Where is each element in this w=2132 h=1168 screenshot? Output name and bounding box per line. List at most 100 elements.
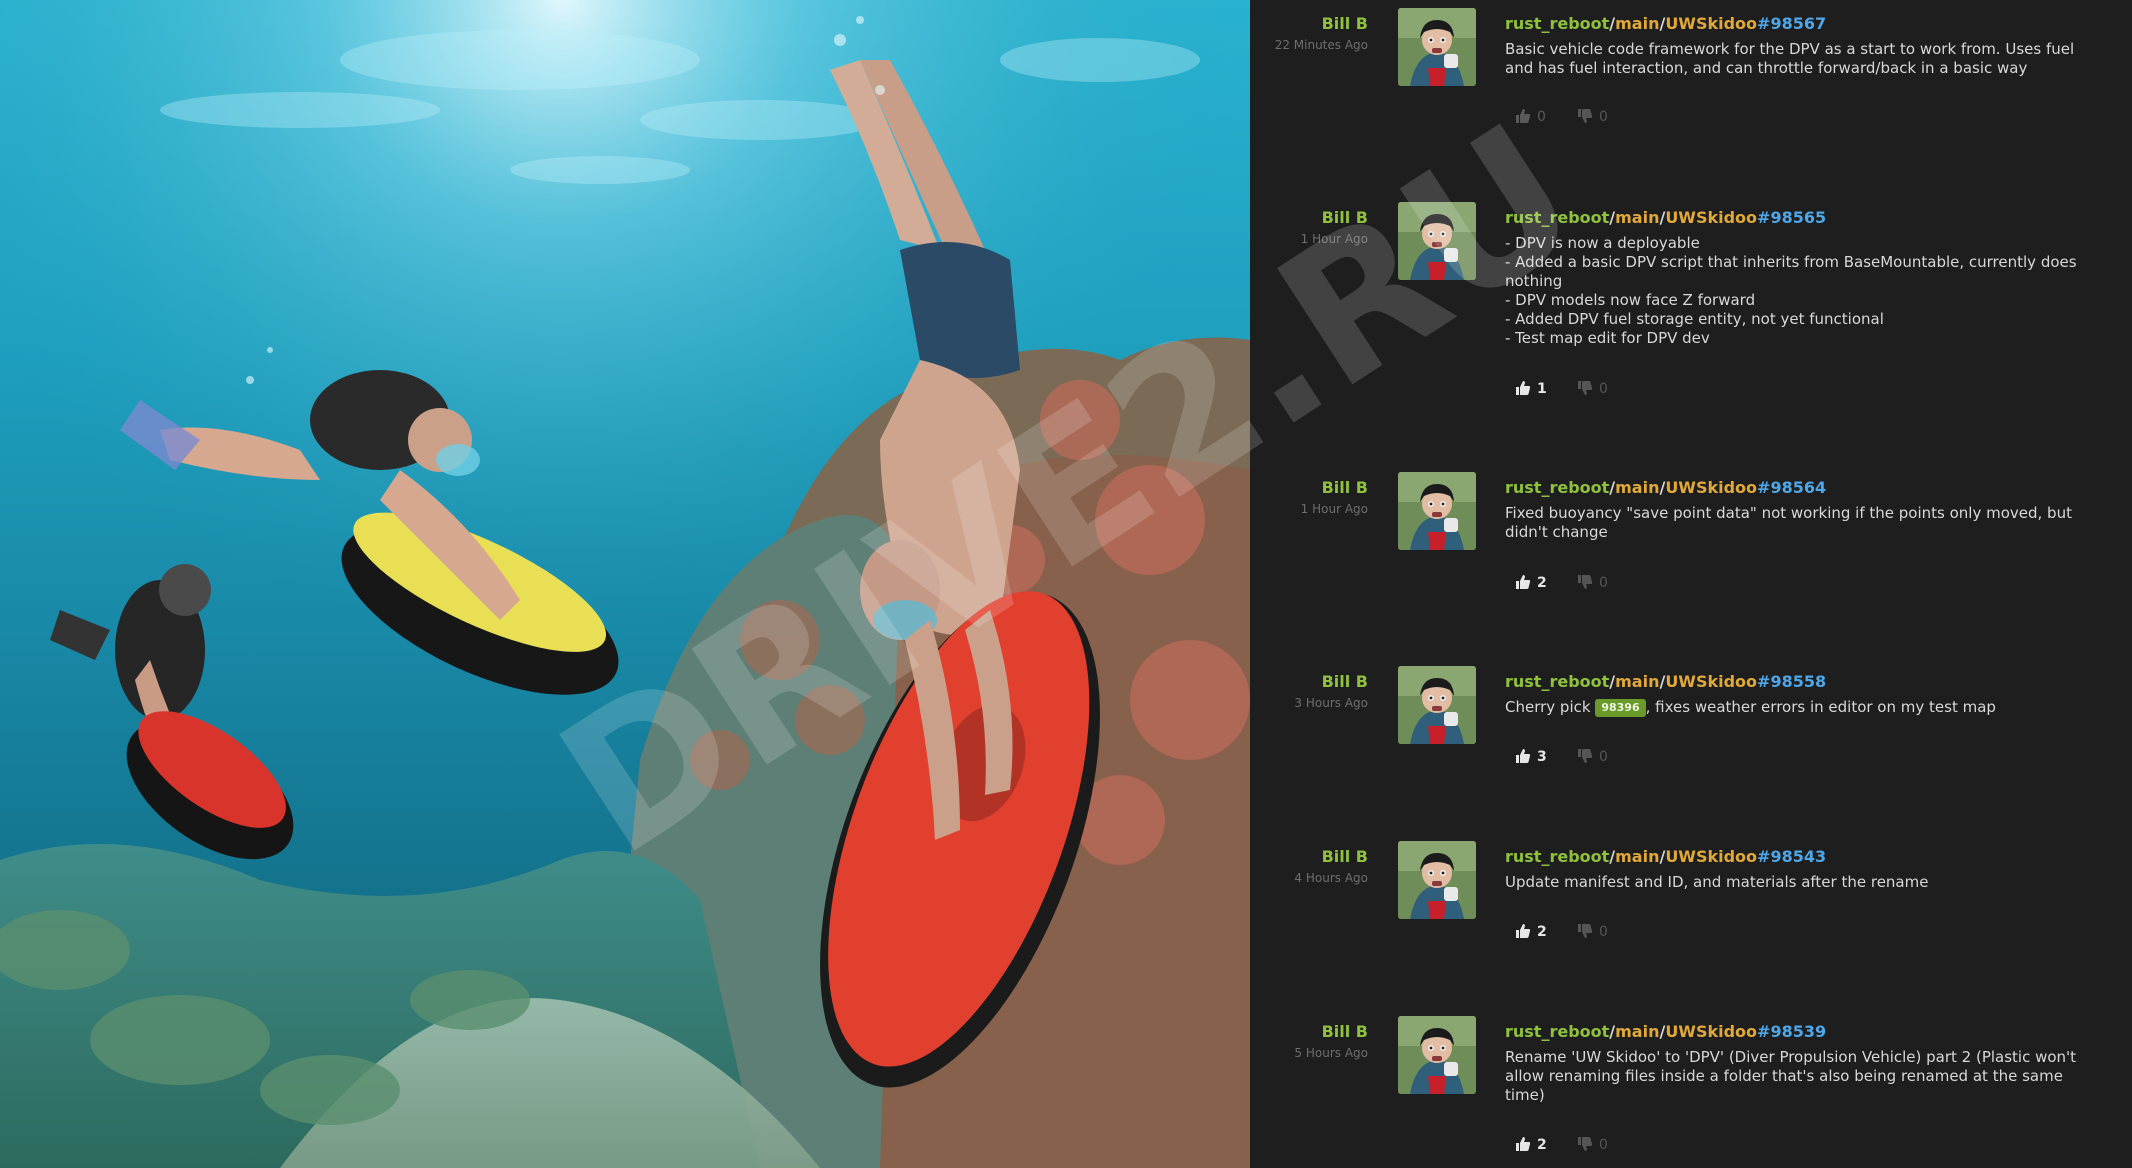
- repo-name[interactable]: rust_reboot: [1505, 208, 1609, 227]
- author-name[interactable]: Bill B: [1250, 14, 1368, 33]
- commit-number[interactable]: #98564: [1757, 478, 1826, 497]
- commit-breadcrumb[interactable]: rust_reboot/main/UWSkidoo#98565: [1505, 208, 1826, 227]
- commit-message: Rename 'UW Skidoo' to 'DPV' (Diver Propu…: [1505, 1048, 2077, 1104]
- upvote-button[interactable]: 1: [1515, 380, 1547, 400]
- branch-name[interactable]: main: [1615, 1022, 1659, 1041]
- upvote-count: 1: [1537, 381, 1547, 397]
- downvote-button[interactable]: 0: [1577, 574, 1608, 594]
- downvote-button[interactable]: 0: [1577, 1136, 1608, 1156]
- author-name[interactable]: Bill B: [1250, 478, 1368, 497]
- upvote-button[interactable]: 3: [1515, 748, 1547, 768]
- upvote-button[interactable]: 2: [1515, 1136, 1547, 1156]
- repo-name[interactable]: rust_reboot: [1505, 672, 1609, 691]
- timestamp: 4 Hours Ago: [1294, 871, 1368, 885]
- upvote-button[interactable]: 0: [1515, 108, 1546, 128]
- timestamp: 1 Hour Ago: [1300, 502, 1368, 516]
- commit-breadcrumb[interactable]: rust_reboot/main/UWSkidoo#98558: [1505, 672, 1826, 691]
- downvote-count: 0: [1599, 381, 1608, 397]
- avatar[interactable]: [1398, 202, 1476, 280]
- path-name[interactable]: UWSkidoo: [1665, 14, 1757, 33]
- photo-illustration: [0, 0, 1250, 1168]
- branch-name[interactable]: main: [1615, 208, 1659, 227]
- upvote-count: 2: [1537, 924, 1547, 940]
- upvote-count: 3: [1537, 749, 1547, 765]
- commit-number[interactable]: #98565: [1757, 208, 1826, 227]
- thumbs-up-icon: [1516, 924, 1531, 938]
- author-name[interactable]: Bill B: [1250, 208, 1368, 227]
- commit-tag[interactable]: 98396: [1595, 699, 1646, 717]
- upvote-count: 2: [1537, 575, 1547, 591]
- avatar[interactable]: [1398, 472, 1476, 550]
- branch-name[interactable]: main: [1615, 14, 1659, 33]
- author-name[interactable]: Bill B: [1250, 847, 1368, 866]
- downvote-count: 0: [1599, 109, 1608, 125]
- thumbs-down-icon: [1578, 1137, 1593, 1151]
- repo-name[interactable]: rust_reboot: [1505, 847, 1609, 866]
- thumbs-down-icon: [1578, 749, 1593, 763]
- timestamp: 3 Hours Ago: [1294, 696, 1368, 710]
- thumbs-down-icon: [1578, 575, 1593, 589]
- branch-name[interactable]: main: [1615, 847, 1659, 866]
- thumbs-up-icon: [1516, 749, 1531, 763]
- commit-message: Fixed buoyancy "save point data" not wor…: [1505, 504, 2072, 541]
- commit-message: Cherry pick 98396, fixes weather errors …: [1505, 698, 2105, 717]
- avatar-image: [1398, 202, 1476, 280]
- path-name[interactable]: UWSkidoo: [1665, 847, 1757, 866]
- repo-name[interactable]: rust_reboot: [1505, 1022, 1609, 1041]
- author-name[interactable]: Bill B: [1250, 1022, 1368, 1041]
- upvote-count: 0: [1537, 109, 1546, 125]
- path-name[interactable]: UWSkidoo: [1665, 672, 1757, 691]
- thumbs-up-icon: [1516, 381, 1531, 395]
- message-text: Cherry pick: [1505, 698, 1596, 716]
- commit-breadcrumb[interactable]: rust_reboot/main/UWSkidoo#98539: [1505, 1022, 1826, 1041]
- thumbs-down-icon: [1578, 109, 1593, 123]
- path-name[interactable]: UWSkidoo: [1665, 208, 1757, 227]
- downvote-count: 0: [1599, 924, 1608, 940]
- avatar[interactable]: [1398, 8, 1476, 86]
- path-name[interactable]: UWSkidoo: [1665, 478, 1757, 497]
- path-name[interactable]: UWSkidoo: [1665, 1022, 1757, 1041]
- avatar-image: [1398, 841, 1476, 919]
- avatar[interactable]: [1398, 1016, 1476, 1094]
- commit-message: - DPV is now a deployable - Added a basi…: [1505, 234, 2077, 347]
- downvote-button[interactable]: 0: [1577, 108, 1608, 128]
- upvote-button[interactable]: 2: [1515, 574, 1547, 594]
- commit-breadcrumb[interactable]: rust_reboot/main/UWSkidoo#98567: [1505, 14, 1826, 33]
- avatar-image: [1398, 8, 1476, 86]
- upvote-button[interactable]: 2: [1515, 923, 1547, 943]
- thumbs-up-icon: [1516, 575, 1531, 589]
- thumbs-down-icon: [1578, 381, 1593, 395]
- repo-name[interactable]: rust_reboot: [1505, 478, 1609, 497]
- avatar-image: [1398, 472, 1476, 550]
- author-name[interactable]: Bill B: [1250, 672, 1368, 691]
- thumbs-up-icon: [1516, 109, 1531, 123]
- downvote-count: 0: [1599, 749, 1608, 765]
- timestamp: 22 Minutes Ago: [1274, 38, 1368, 52]
- downvote-count: 0: [1599, 575, 1608, 591]
- commit-number[interactable]: #98543: [1757, 847, 1826, 866]
- avatar[interactable]: [1398, 666, 1476, 744]
- thumbs-up-icon: [1516, 1137, 1531, 1151]
- avatar[interactable]: [1398, 841, 1476, 919]
- downvote-button[interactable]: 0: [1577, 380, 1608, 400]
- timestamp: 5 Hours Ago: [1294, 1046, 1368, 1060]
- commit-number[interactable]: #98539: [1757, 1022, 1826, 1041]
- upvote-count: 2: [1537, 1137, 1547, 1153]
- commit-breadcrumb[interactable]: rust_reboot/main/UWSkidoo#98543: [1505, 847, 1826, 866]
- downvote-button[interactable]: 0: [1577, 748, 1608, 768]
- downvote-button[interactable]: 0: [1577, 923, 1608, 943]
- commit-message: Basic vehicle code framework for the DPV…: [1505, 40, 2075, 77]
- branch-name[interactable]: main: [1615, 478, 1659, 497]
- commit-number[interactable]: #98558: [1757, 672, 1826, 691]
- underwater-scooter-photo: [0, 0, 1250, 1168]
- repo-name[interactable]: rust_reboot: [1505, 14, 1609, 33]
- commit-feed: Bill B 22 Minutes Ago rust_reboot/main/U…: [1250, 0, 2132, 1168]
- downvote-count: 0: [1599, 1137, 1608, 1153]
- avatar-image: [1398, 666, 1476, 744]
- commit-number[interactable]: #98567: [1757, 14, 1826, 33]
- commit-message: Update manifest and ID, and materials af…: [1505, 873, 1929, 891]
- commit-breadcrumb[interactable]: rust_reboot/main/UWSkidoo#98564: [1505, 478, 1826, 497]
- thumbs-down-icon: [1578, 924, 1593, 938]
- message-text: , fixes weather errors in editor on my t…: [1645, 698, 1996, 716]
- branch-name[interactable]: main: [1615, 672, 1659, 691]
